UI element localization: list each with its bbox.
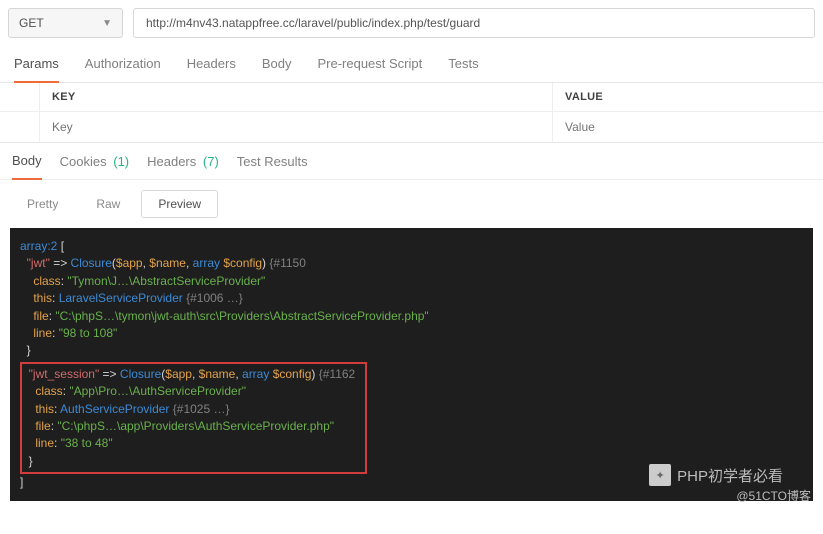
response-preview: array:2 [ "jwt" => Closure($app, $name, … <box>10 228 813 501</box>
request-tabs: Params Authorization Headers Body Pre-re… <box>0 42 823 83</box>
tab-headers[interactable]: Headers <box>187 56 236 82</box>
params-table: KEY VALUE <box>0 83 823 143</box>
params-key-header: KEY <box>40 83 553 111</box>
tab-authorization[interactable]: Authorization <box>85 56 161 82</box>
resp-tab-testresults[interactable]: Test Results <box>237 154 308 179</box>
url-input[interactable] <box>133 8 815 38</box>
resp-tab-cookies[interactable]: Cookies (1) <box>60 154 129 179</box>
http-method-label: GET <box>19 16 44 30</box>
chevron-down-icon: ▼ <box>102 18 112 29</box>
params-key-input[interactable] <box>52 120 540 134</box>
tab-tests[interactable]: Tests <box>448 56 478 82</box>
view-preview-button[interactable]: Preview <box>141 190 218 218</box>
resp-tab-headers-label: Headers <box>147 154 196 169</box>
resp-tab-headers[interactable]: Headers (7) <box>147 154 219 179</box>
resp-tab-cookies-count: (1) <box>113 154 129 169</box>
tab-params[interactable]: Params <box>14 56 59 83</box>
params-value-header: VALUE <box>553 83 823 111</box>
view-raw-button[interactable]: Raw <box>79 190 137 218</box>
tab-prerequest[interactable]: Pre-request Script <box>317 56 422 82</box>
response-tabs: Body Cookies (1) Headers (7) Test Result… <box>0 143 823 180</box>
http-method-select[interactable]: GET ▼ <box>8 8 123 38</box>
view-pretty-button[interactable]: Pretty <box>10 190 75 218</box>
resp-tab-body-label: Body <box>12 153 42 168</box>
resp-tab-cookies-label: Cookies <box>60 154 107 169</box>
code-block[interactable]: array:2 [ "jwt" => Closure($app, $name, … <box>20 238 803 491</box>
params-checkbox-header <box>0 83 40 111</box>
resp-tab-body[interactable]: Body <box>12 153 42 180</box>
view-mode-group: Pretty Raw Preview <box>0 180 823 228</box>
resp-tab-headers-count: (7) <box>203 154 219 169</box>
tab-body[interactable]: Body <box>262 56 292 82</box>
resp-tab-testresults-label: Test Results <box>237 154 308 169</box>
params-row-checkbox[interactable] <box>0 111 40 142</box>
params-value-input[interactable] <box>565 120 811 134</box>
